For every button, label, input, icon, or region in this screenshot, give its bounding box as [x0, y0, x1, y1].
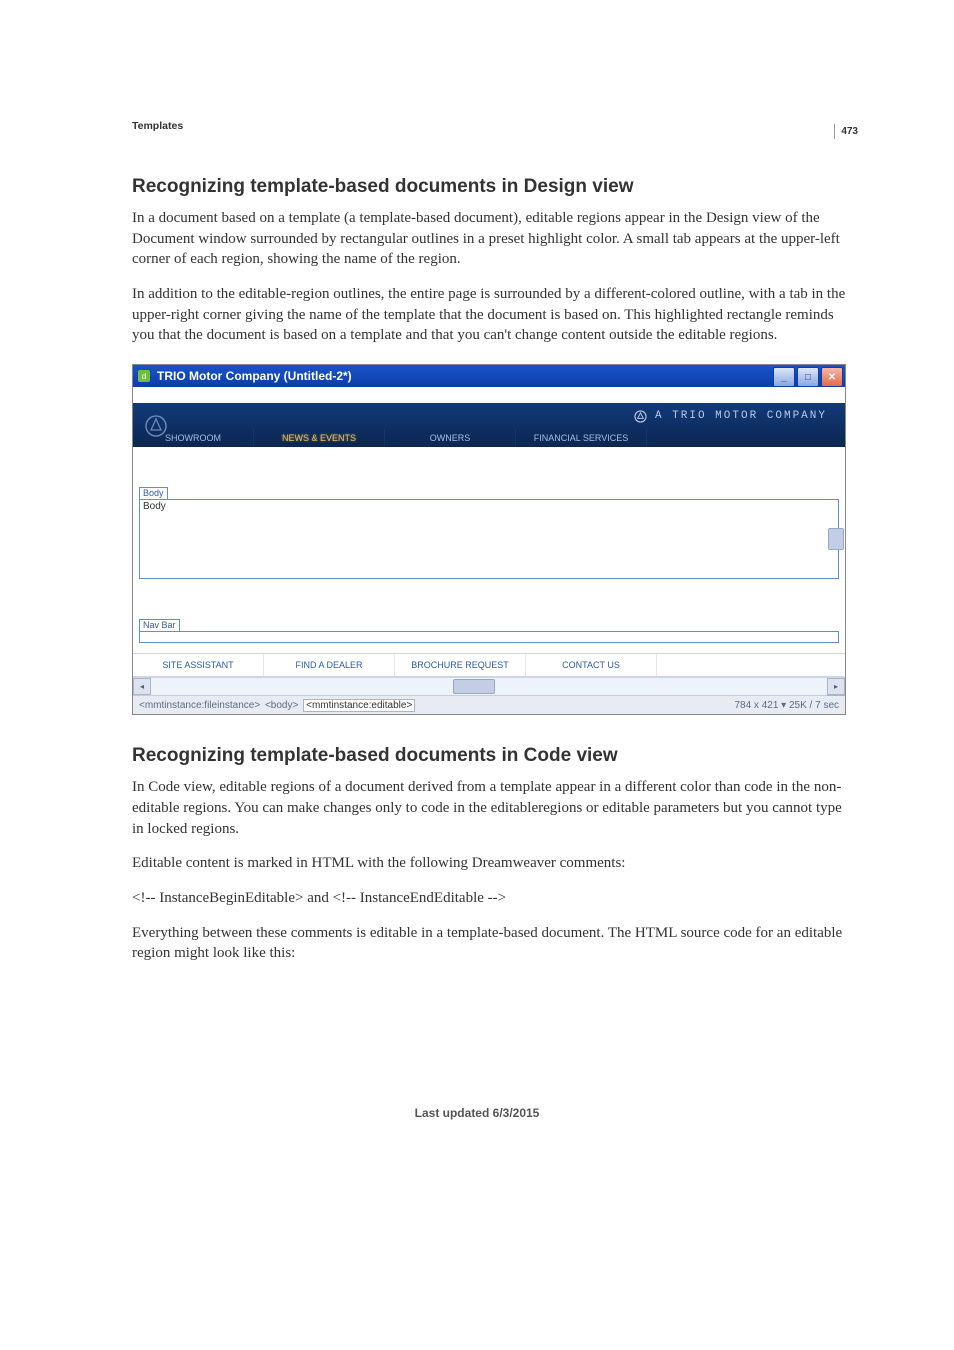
close-button[interactable]: ✕ — [821, 367, 843, 387]
editable-region-body-tab: Body — [139, 487, 168, 499]
running-head: Templates — [132, 120, 854, 132]
section2-para4: Everything between these comments is edi… — [132, 923, 854, 964]
menu-owners[interactable]: OWNERS — [385, 429, 516, 447]
svg-text:d: d — [142, 372, 146, 381]
minimize-button[interactable]: _ — [773, 367, 795, 387]
section2-para3: <!-- InstanceBeginEditable> and <!-- Ins… — [132, 888, 854, 909]
horizontal-scrollbar: ◂ ▸ — [133, 678, 845, 695]
banner-menu: SHOWROOM NEWS & EVENTS OWNERS FINANCIAL … — [133, 429, 845, 447]
footer-find-dealer[interactable]: FIND A DEALER — [264, 654, 395, 676]
page-banner: A TRIO MOTOR COMPANY SHOWROOM NEWS & EVE… — [133, 403, 845, 447]
menu-news-events[interactable]: NEWS & EVENTS — [254, 429, 385, 447]
section1-para2: In addition to the editable-region outli… — [132, 284, 854, 346]
editable-region-navbar: Nav Bar — [139, 619, 839, 643]
status-size-info: 784 x 421 ▾ 25K / 7 sec — [734, 700, 839, 711]
editable-region-navbar-tab: Nav Bar — [139, 619, 180, 631]
section1-para1: In a document based on a template (a tem… — [132, 208, 854, 270]
footer-site-assistant[interactable]: SITE ASSISTANT — [133, 654, 264, 676]
section2-para1: In Code view, editable regions of a docu… — [132, 777, 854, 839]
footer-row: SITE ASSISTANT FIND A DEALER BROCHURE RE… — [133, 653, 845, 678]
statusbar: <mmtinstance:fileinstance> <body> <mmtin… — [133, 695, 845, 714]
maximize-button[interactable]: □ — [797, 367, 819, 387]
scroll-left-button[interactable]: ◂ — [133, 678, 151, 695]
window-controls: _ □ ✕ — [773, 367, 843, 387]
section2-para2: Editable content is marked in HTML with … — [132, 853, 854, 874]
editable-region-navbar-content[interactable] — [139, 631, 839, 643]
path-editable[interactable]: <mmtinstance:editable> — [303, 699, 415, 712]
footer-contact[interactable]: CONTACT US — [526, 654, 657, 676]
company-label: A TRIO MOTOR COMPANY — [634, 410, 827, 423]
section1-title: Recognizing template-based documents in … — [132, 176, 854, 198]
scroll-right-button[interactable]: ▸ — [827, 678, 845, 695]
last-updated: Last updated 6/3/2015 — [0, 1106, 954, 1120]
company-mini-logo-icon — [634, 410, 647, 423]
horizontal-scroll-thumb[interactable] — [453, 679, 495, 694]
tag-selector-path[interactable]: <mmtinstance:fileinstance> <body> <mmtin… — [139, 700, 417, 711]
dreamweaver-icon: d — [137, 369, 151, 383]
figure-body: Template:trioHome ▴ A TRIO MOTOR COMPANY — [133, 403, 845, 714]
path-body[interactable]: <body> — [265, 700, 298, 711]
figure: d TRIO Motor Company (Untitled-2*) _ □ ✕… — [132, 364, 846, 715]
page-number: 473 — [834, 124, 858, 139]
path-fileinstance[interactable]: <mmtinstance:fileinstance> — [139, 700, 260, 711]
editable-region-body-content[interactable]: Body — [139, 499, 839, 579]
menu-financial[interactable]: FINANCIAL SERVICES — [516, 429, 647, 447]
vertical-scroll-thumb[interactable] — [828, 528, 844, 550]
window-title-text: TRIO Motor Company (Untitled-2*) — [157, 369, 352, 383]
footer-brochure[interactable]: BROCHURE REQUEST — [395, 654, 526, 676]
window-titlebar: d TRIO Motor Company (Untitled-2*) _ □ ✕ — [133, 365, 845, 387]
editable-region-body: Body Body — [139, 487, 839, 579]
menu-showroom[interactable]: SHOWROOM — [133, 429, 254, 447]
company-label-text: A TRIO MOTOR COMPANY — [655, 410, 827, 422]
section2-title: Recognizing template-based documents in … — [132, 745, 854, 767]
